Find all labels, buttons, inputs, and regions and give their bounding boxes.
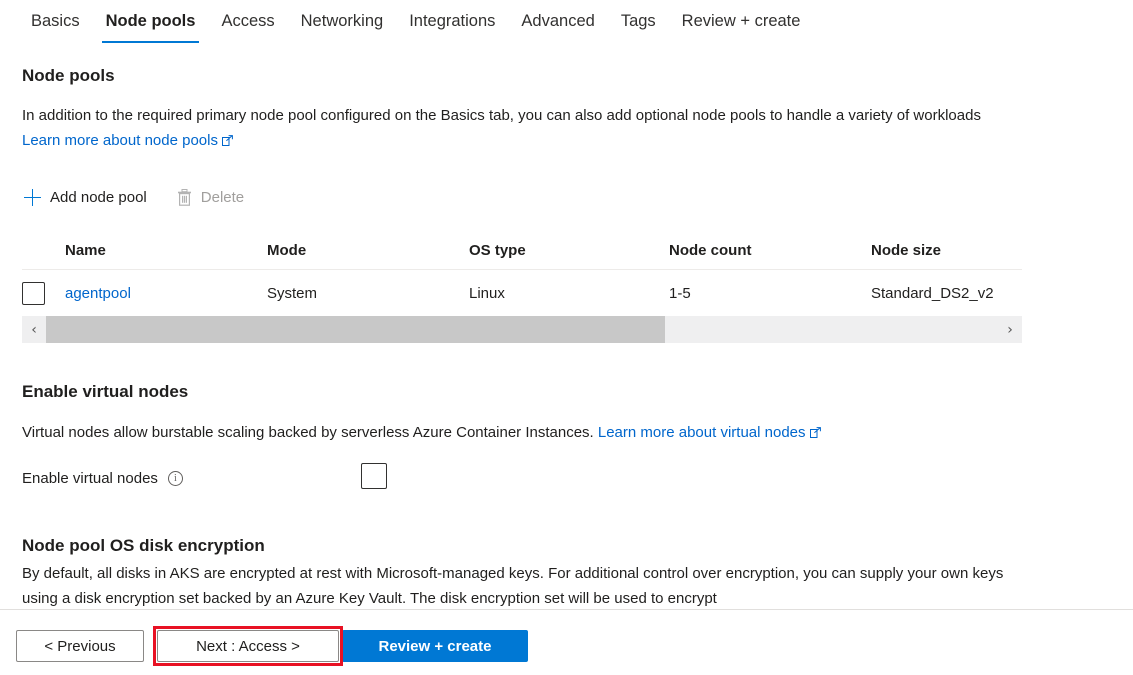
tab-access[interactable]: Access: [208, 0, 287, 45]
tab-basics[interactable]: Basics: [18, 0, 93, 45]
add-node-pool-label: Add node pool: [50, 189, 147, 206]
plus-icon: [24, 189, 41, 206]
node-pools-description-line1: In addition to the required primary node…: [22, 107, 844, 124]
delete-node-pool-label: Delete: [201, 189, 244, 206]
virtual-nodes-heading: Enable virtual nodes: [22, 382, 188, 402]
tab-networking[interactable]: Networking: [288, 0, 397, 45]
node-pools-command-bar: Add node pool Delete: [22, 186, 246, 209]
wizard-footer: < Previous Next : Access > Review + crea…: [0, 610, 1133, 675]
enable-virtual-nodes-field: Enable virtual nodes i: [22, 470, 422, 487]
scroll-thumb[interactable]: [46, 316, 665, 343]
enable-virtual-nodes-checkbox[interactable]: [361, 463, 387, 489]
node-pools-description: In addition to the required primary node…: [22, 103, 1022, 153]
tab-tags[interactable]: Tags: [608, 0, 669, 45]
external-link-icon: [810, 421, 821, 432]
row-select-cell: [22, 282, 65, 305]
table-header-name[interactable]: Name: [65, 242, 267, 259]
previous-button[interactable]: < Previous: [16, 630, 144, 662]
node-pools-description-line2: variety of workloads: [848, 107, 981, 124]
disk-encryption-description-line1: By default, all disks in AKS are encrypt…: [22, 565, 856, 582]
tab-advanced[interactable]: Advanced: [508, 0, 607, 45]
learn-more-node-pools-label: Learn more about node pools: [22, 132, 218, 149]
virtual-nodes-description-text: Virtual nodes allow burstable scaling ba…: [22, 424, 594, 441]
tab-integrations[interactable]: Integrations: [396, 0, 508, 45]
tab-node-pools[interactable]: Node pools: [93, 0, 209, 45]
learn-more-virtual-nodes-label: Learn more about virtual nodes: [598, 424, 806, 441]
disk-encryption-description: By default, all disks in AKS are encrypt…: [22, 561, 1022, 608]
add-node-pool-button[interactable]: Add node pool: [22, 186, 149, 209]
scroll-right-arrow[interactable]: ›: [998, 316, 1022, 343]
table-header-node-count[interactable]: Node count: [669, 242, 871, 259]
table-header-os-type[interactable]: OS type: [469, 242, 669, 259]
row-node-size-cell: Standard_DS2_v2: [871, 285, 1022, 302]
table-header-node-size[interactable]: Node size: [871, 242, 1022, 259]
row-name-cell: agentpool: [65, 285, 267, 302]
table-horizontal-scrollbar[interactable]: ‹ ›: [22, 316, 1022, 343]
virtual-nodes-description: Virtual nodes allow burstable scaling ba…: [22, 420, 1072, 445]
disk-encryption-heading: Node pool OS disk encryption: [22, 536, 1133, 556]
table-row: agentpool System Linux 1-5 Standard_DS2_…: [22, 270, 1022, 317]
row-checkbox[interactable]: [22, 282, 45, 305]
node-pools-heading: Node pools: [22, 66, 115, 86]
enable-virtual-nodes-label-group: Enable virtual nodes i: [22, 470, 183, 487]
enable-virtual-nodes-control: [361, 463, 387, 494]
next-access-button[interactable]: Next : Access >: [157, 630, 339, 662]
node-pools-table: Name Mode OS type Node count Node size a…: [22, 232, 1022, 317]
row-mode-cell: System: [267, 285, 469, 302]
delete-node-pool-button[interactable]: Delete: [175, 186, 246, 209]
node-pools-page: Basics Node pools Access Networking Inte…: [0, 0, 1133, 675]
row-os-type-cell: Linux: [469, 285, 669, 302]
external-link-icon: [222, 129, 233, 140]
trash-icon: [177, 189, 192, 206]
review-create-button[interactable]: Review + create: [342, 630, 528, 662]
scroll-track[interactable]: [46, 316, 998, 343]
learn-more-virtual-nodes-link[interactable]: Learn more about virtual nodes: [598, 424, 821, 441]
table-header-mode[interactable]: Mode: [267, 242, 469, 259]
row-node-count-cell: 1-5: [669, 285, 871, 302]
scroll-left-arrow[interactable]: ‹: [22, 316, 46, 343]
learn-more-node-pools-link[interactable]: Learn more about node pools: [22, 132, 233, 149]
node-pool-name-link[interactable]: agentpool: [65, 285, 131, 302]
enable-virtual-nodes-label: Enable virtual nodes: [22, 470, 158, 487]
table-header-row: Name Mode OS type Node count Node size: [22, 232, 1022, 270]
wizard-tabs: Basics Node pools Access Networking Inte…: [0, 0, 1133, 48]
tab-review-create[interactable]: Review + create: [669, 0, 814, 45]
disk-encryption-section: Node pool OS disk encryption By default,…: [0, 536, 1133, 608]
info-icon[interactable]: i: [168, 471, 183, 486]
